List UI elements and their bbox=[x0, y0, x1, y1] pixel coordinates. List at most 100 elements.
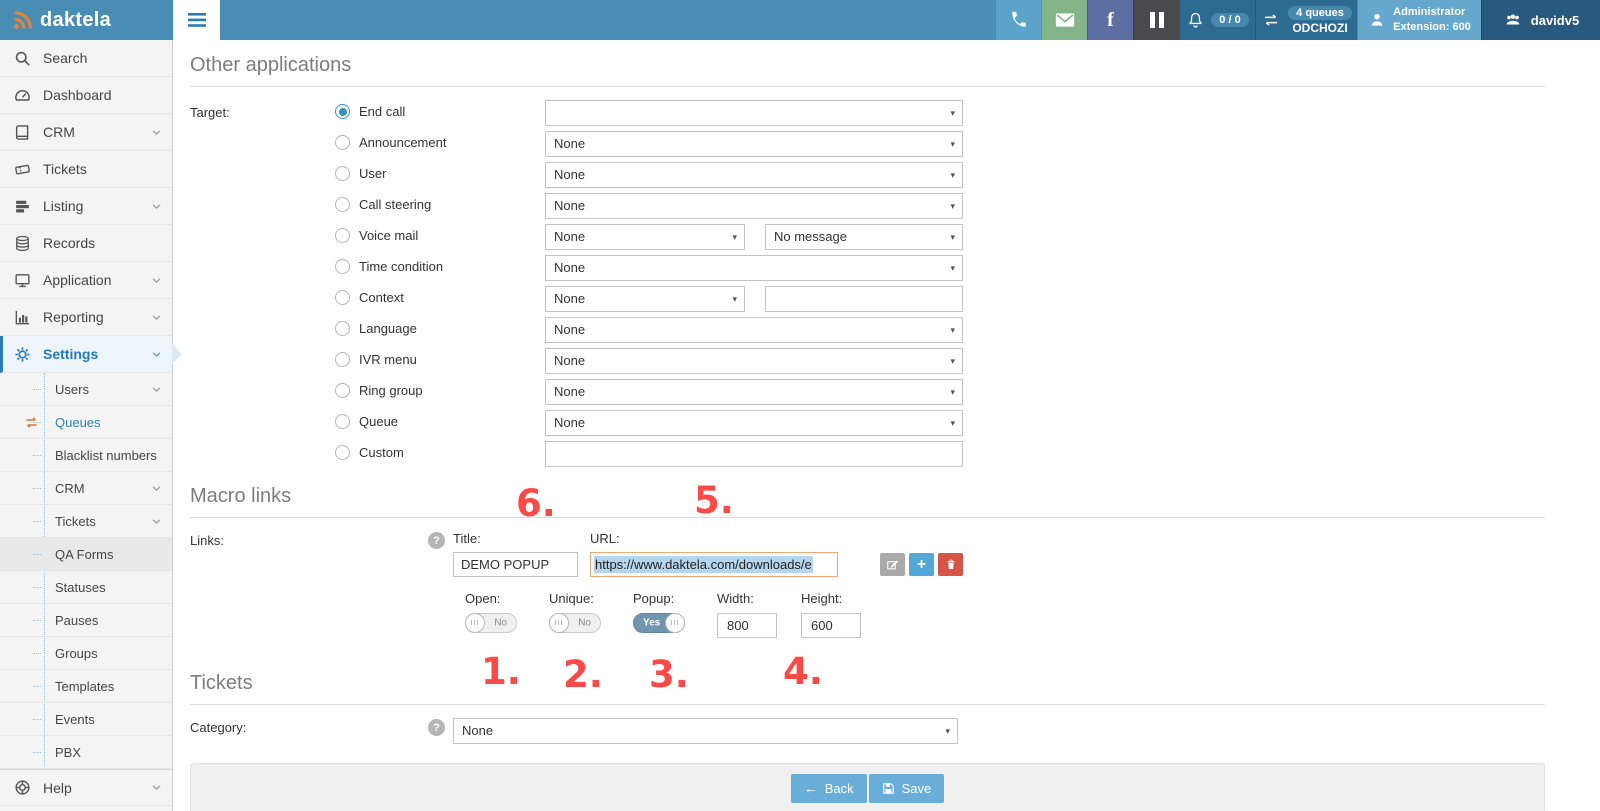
role-label: Administrator bbox=[1393, 5, 1471, 20]
dropdown-arrow-icon: ▾ bbox=[950, 256, 955, 281]
radio-label: Language bbox=[359, 321, 417, 336]
radio-announcement[interactable] bbox=[335, 135, 350, 150]
phone-button[interactable] bbox=[995, 0, 1041, 40]
sidebar-item-pauses[interactable]: Pauses bbox=[0, 604, 172, 637]
back-button[interactable]: ← Back bbox=[791, 774, 867, 803]
language-select[interactable]: None ▾ bbox=[545, 317, 963, 343]
chevron-down-icon bbox=[151, 483, 162, 494]
ivr-menu-select[interactable]: None ▾ bbox=[545, 348, 963, 374]
unique-toggle[interactable]: III No bbox=[549, 613, 601, 633]
custom-input[interactable] bbox=[545, 441, 963, 467]
save-button[interactable]: Save bbox=[869, 774, 945, 803]
sidebar-item-events[interactable]: Events bbox=[0, 703, 172, 736]
toggle-state-label: No bbox=[494, 618, 507, 629]
sidebar-item-reporting[interactable]: Reporting bbox=[0, 299, 172, 336]
edit-link-button[interactable] bbox=[880, 553, 905, 576]
voice-mail-message-select[interactable]: No message ▾ bbox=[765, 224, 963, 250]
sidebar-item-statuses[interactable]: Statuses bbox=[0, 571, 172, 604]
sidebar-item-qa-forms[interactable]: QA Forms bbox=[0, 538, 172, 571]
queues-status-button[interactable]: 4 queues ODCHOZI bbox=[1255, 0, 1357, 40]
sidebar-item-queues[interactable]: Queues bbox=[0, 406, 172, 439]
sidebar-item-dashboard[interactable]: Dashboard bbox=[0, 77, 172, 114]
links-label: Links: bbox=[190, 531, 428, 548]
sidebar-item-settings[interactable]: Settings bbox=[0, 336, 172, 373]
user-select[interactable]: None ▾ bbox=[545, 162, 963, 188]
dropdown-arrow-icon: ▾ bbox=[732, 225, 737, 250]
width-input[interactable] bbox=[717, 613, 777, 638]
list-icon bbox=[14, 198, 31, 215]
sidebar-item-templates[interactable]: Templates bbox=[0, 670, 172, 703]
context-input[interactable] bbox=[765, 286, 963, 312]
username-label: davidv5 bbox=[1531, 13, 1579, 28]
context-select[interactable]: None ▾ bbox=[545, 286, 745, 312]
height-input[interactable] bbox=[801, 613, 861, 638]
sidebar-item-search[interactable]: Search bbox=[0, 40, 172, 77]
link-title-input[interactable] bbox=[453, 552, 578, 577]
annotation-1: 1. bbox=[481, 650, 521, 693]
mail-button[interactable] bbox=[1041, 0, 1087, 40]
database-icon bbox=[14, 235, 31, 252]
sidebar-item-crm[interactable]: CRM bbox=[0, 114, 172, 151]
sidebar-item-help[interactable]: Help bbox=[0, 769, 172, 806]
width-label: Width: bbox=[717, 591, 801, 606]
radio-context[interactable] bbox=[335, 290, 350, 305]
user-menu-button[interactable]: davidv5 bbox=[1481, 0, 1600, 40]
dashboard-icon bbox=[14, 87, 31, 104]
sidebar-item-pbx[interactable]: PBX bbox=[0, 736, 172, 769]
popup-toggle[interactable]: Yes III bbox=[633, 613, 685, 633]
sidebar-item-tickets[interactable]: Tickets bbox=[0, 151, 172, 188]
chevron-down-icon bbox=[151, 782, 162, 793]
notifications-button[interactable]: 0 / 0 bbox=[1179, 0, 1255, 40]
radio-custom[interactable] bbox=[335, 445, 350, 460]
voice-mail-select[interactable]: None ▾ bbox=[545, 224, 745, 250]
sidebar-item-application[interactable]: Application bbox=[0, 262, 172, 299]
radio-label: Call steering bbox=[359, 197, 431, 212]
radio-language[interactable] bbox=[335, 321, 350, 336]
radio-end-call[interactable] bbox=[335, 104, 350, 119]
plus-icon: + bbox=[917, 557, 926, 573]
call-steering-select[interactable]: None ▾ bbox=[545, 193, 963, 219]
dropdown-arrow-icon: ▾ bbox=[950, 132, 955, 157]
radio-user[interactable] bbox=[335, 166, 350, 181]
ticket-icon bbox=[14, 161, 31, 178]
help-icon[interactable]: ? bbox=[428, 719, 445, 736]
delete-link-button[interactable] bbox=[938, 553, 963, 576]
help-icon[interactable]: ? bbox=[428, 532, 445, 549]
chevron-down-icon bbox=[151, 516, 162, 527]
radio-ring-group[interactable] bbox=[335, 383, 350, 398]
sidebar-item-groups[interactable]: Groups bbox=[0, 637, 172, 670]
sidebar-item-users[interactable]: Users bbox=[0, 373, 172, 406]
profile-button[interactable]: Administrator Extension: 600 bbox=[1357, 0, 1481, 40]
end-call-select[interactable]: ▾ bbox=[545, 100, 963, 126]
ring-group-select[interactable]: None ▾ bbox=[545, 379, 963, 405]
sidebar-item-listing[interactable]: Listing bbox=[0, 188, 172, 225]
announcement-select[interactable]: None ▾ bbox=[545, 131, 963, 157]
logo-text: daktela bbox=[40, 9, 111, 32]
sidebar-item-records[interactable]: Records bbox=[0, 225, 172, 262]
sidebar-item-tickets-settings[interactable]: Tickets bbox=[0, 505, 172, 538]
category-select[interactable]: None ▾ bbox=[453, 718, 958, 744]
sidebar-toggle-button[interactable] bbox=[173, 0, 220, 40]
radio-queue[interactable] bbox=[335, 414, 350, 429]
gear-icon bbox=[14, 346, 31, 363]
daktela-logo[interactable]: daktela bbox=[0, 0, 173, 40]
radio-voice-mail[interactable] bbox=[335, 228, 350, 243]
pause-button[interactable] bbox=[1133, 0, 1179, 40]
open-toggle[interactable]: III No bbox=[465, 613, 517, 633]
url-label: URL: bbox=[590, 531, 620, 546]
sidebar-item-crm-settings[interactable]: CRM bbox=[0, 472, 172, 505]
sidebar-item-blacklist-numbers[interactable]: Blacklist numbers bbox=[0, 439, 172, 472]
extension-label: Extension: 600 bbox=[1393, 20, 1471, 35]
radio-ivr-menu[interactable] bbox=[335, 352, 350, 367]
queue-select[interactable]: None ▾ bbox=[545, 410, 963, 436]
radio-call-steering[interactable] bbox=[335, 197, 350, 212]
top-header: daktela f bbox=[0, 0, 1600, 40]
toggle-state-label: No bbox=[578, 618, 591, 629]
annotation-4: 4. bbox=[783, 650, 823, 693]
link-url-input[interactable]: https://www.daktela.com/downloads/e bbox=[590, 552, 838, 577]
add-link-button[interactable]: + bbox=[909, 553, 934, 576]
person-icon bbox=[1368, 11, 1386, 29]
time-condition-select[interactable]: None ▾ bbox=[545, 255, 963, 281]
facebook-button[interactable]: f bbox=[1087, 0, 1133, 40]
radio-time-condition[interactable] bbox=[335, 259, 350, 274]
